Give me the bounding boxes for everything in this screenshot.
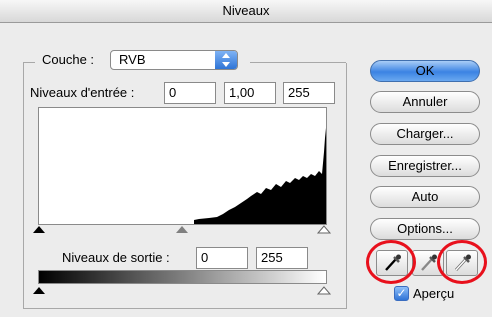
histogram [38,107,327,225]
cancel-button[interactable]: Annuler [370,91,480,113]
white-point-eyedropper-button[interactable] [446,250,478,276]
output-white-slider[interactable] [316,286,332,295]
output-black-field[interactable]: 0 [196,247,248,269]
black-point-eyedropper-button[interactable] [376,250,408,276]
auto-button[interactable]: Auto [370,186,480,208]
ok-button[interactable]: OK [370,60,480,82]
black-point-eyedropper-icon [385,254,401,271]
title-bar[interactable]: Niveaux [0,0,492,23]
output-white-field[interactable]: 255 [256,247,308,269]
preview-checkbox[interactable]: ✓ [394,286,409,301]
output-gradient-bar [38,270,327,284]
output-black-slider[interactable] [33,287,45,295]
select-arrows-icon [215,51,237,69]
channel-value: RVB [119,52,146,67]
white-point-eyedropper-icon [454,254,471,271]
input-white-slider[interactable] [316,225,332,234]
histogram-graph [194,128,326,224]
input-black-slider[interactable] [33,226,45,234]
checkmark-icon: ✓ [396,286,407,300]
input-white-field[interactable]: 255 [283,82,335,104]
input-black-field[interactable]: 0 [164,82,216,104]
output-levels-label: Niveaux de sortie : [62,250,170,265]
gray-point-eyedropper-button[interactable] [412,250,444,276]
load-button[interactable]: Charger... [370,123,480,145]
frame-top-left [23,62,35,63]
save-button[interactable]: Enregistrer... [370,155,480,177]
window-title: Niveaux [222,3,270,18]
input-gamma-field[interactable]: 1,00 [224,82,276,104]
frame-top-right [250,62,346,63]
levels-dialog: Niveaux Couche : RVB Niveaux d'entrée : … [0,0,492,317]
channel-select[interactable]: RVB [110,50,238,70]
input-levels-label: Niveaux d'entrée : [30,85,135,100]
input-gamma-slider[interactable] [176,226,188,234]
options-button[interactable]: Options... [370,218,480,240]
channel-label: Couche : [42,52,95,67]
gray-point-eyedropper-icon [421,254,437,271]
preview-label[interactable]: Aperçu [413,286,454,301]
